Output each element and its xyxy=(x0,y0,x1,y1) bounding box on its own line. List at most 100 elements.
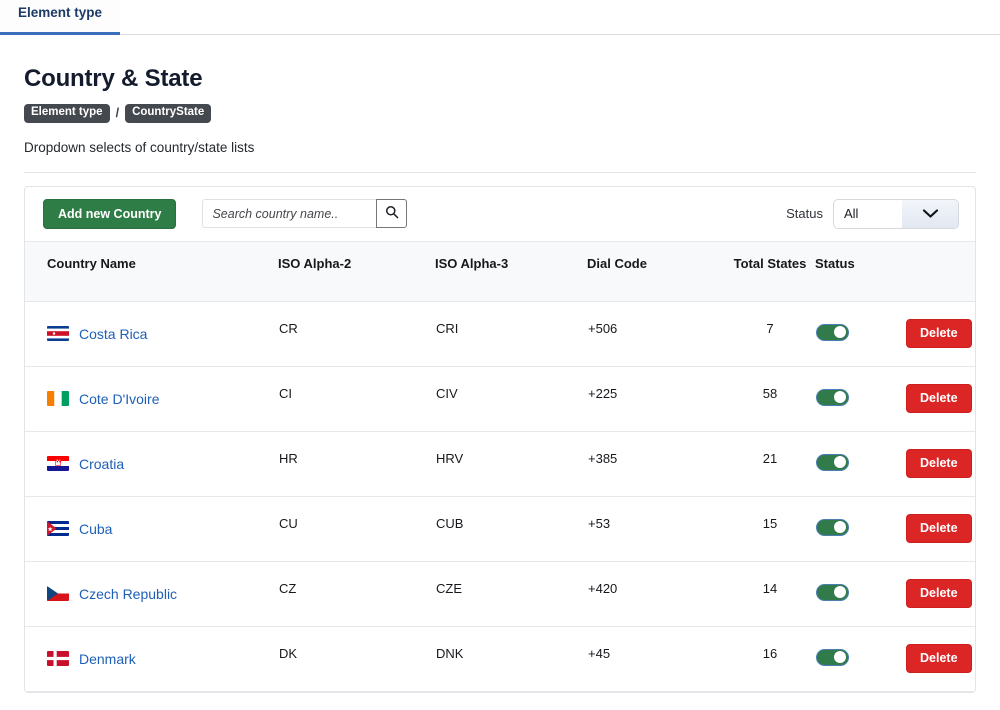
cell-iso-alpha-3: CZE xyxy=(436,581,462,596)
table-body: Costa Rica CR CRI +506 7 Delete Cote D'Ivoire C… xyxy=(25,302,975,692)
table-row: Croatia HR HRV +385 21 Delete xyxy=(25,432,975,497)
status-toggle[interactable] xyxy=(816,453,849,471)
cell-total-states: 14 xyxy=(762,581,778,596)
cell-iso-alpha-3: CIV xyxy=(436,386,458,401)
delete-button[interactable]: Delete xyxy=(906,449,972,478)
add-new-country-button[interactable]: Add new Country xyxy=(43,198,177,229)
status-filter-select[interactable]: All xyxy=(833,198,959,229)
country-name-link[interactable]: Czech Republic xyxy=(79,586,177,602)
search-input[interactable] xyxy=(202,199,377,229)
cell-total-states: 16 xyxy=(762,646,778,661)
breadcrumb-separator: / xyxy=(115,106,120,121)
status-filter-value: All xyxy=(844,206,859,222)
cell-total-states: 21 xyxy=(762,451,778,466)
cell-iso-alpha-2: CI xyxy=(279,386,292,401)
tab-element-type[interactable]: Element type xyxy=(0,0,121,35)
country-cell: Croatia xyxy=(47,456,277,472)
delete-button[interactable]: Delete xyxy=(906,384,972,413)
top-tab-bar: Element type xyxy=(0,0,1000,35)
cell-actions: Delete xyxy=(905,627,975,692)
table-header-row: Country Name ISO Alpha-2 ISO Alpha-3 Dia… xyxy=(25,241,975,302)
status-toggle[interactable] xyxy=(816,388,849,406)
country-name-link[interactable]: Croatia xyxy=(79,456,124,472)
czech-republic-flag xyxy=(47,586,69,601)
page-title: Country & State xyxy=(24,65,203,92)
header-divider xyxy=(24,171,976,173)
table-row: Cote D'Ivoire CI CIV +225 58 Delete xyxy=(25,367,975,432)
delete-button[interactable]: Delete xyxy=(906,644,972,673)
cuba-flag xyxy=(47,521,69,536)
country-name-link[interactable]: Costa Rica xyxy=(79,326,147,342)
cell-actions: Delete xyxy=(905,562,975,627)
cell-status xyxy=(815,627,905,692)
country-name-link[interactable]: Cuba xyxy=(79,521,112,537)
delete-button[interactable]: Delete xyxy=(906,319,972,348)
cell-country-name: Cuba xyxy=(25,497,278,562)
table-row: Costa Rica CR CRI +506 7 Delete xyxy=(25,302,975,367)
cote-divoire-flag xyxy=(47,391,69,406)
breadcrumb-parent[interactable]: Element type xyxy=(24,104,110,123)
table-toolbar: Add new Country Status All xyxy=(25,187,975,242)
column-dial-code: Dial Code xyxy=(587,256,647,271)
table-head: Country Name ISO Alpha-2 ISO Alpha-3 Dia… xyxy=(25,241,975,302)
cell-dial-code: +506 xyxy=(588,321,618,336)
column-total-states: Total States xyxy=(733,256,807,271)
cell-iso-alpha-3: DNK xyxy=(436,646,464,661)
delete-button[interactable]: Delete xyxy=(906,514,972,543)
status-toggle[interactable] xyxy=(816,583,849,601)
toggle-knob xyxy=(834,586,846,598)
page-description: Dropdown selects of country/state lists xyxy=(24,139,255,155)
cell-iso-alpha-3: HRV xyxy=(436,451,464,466)
cell-total-states: 15 xyxy=(762,516,778,531)
column-country-name: Country Name xyxy=(47,256,136,271)
chevron-down-icon xyxy=(902,199,958,228)
country-cell: Cuba xyxy=(47,521,277,537)
cell-country-name: Denmark xyxy=(25,627,278,692)
cell-status xyxy=(815,367,905,432)
toggle-knob xyxy=(834,326,846,338)
costa-rica-flag xyxy=(47,326,69,341)
cell-dial-code: +225 xyxy=(588,386,618,401)
search-group xyxy=(202,199,408,229)
search-button[interactable] xyxy=(376,199,408,229)
toggle-knob xyxy=(834,521,846,533)
table-row: Denmark DK DNK +45 16 Delete xyxy=(25,627,975,692)
toggle-knob xyxy=(834,651,846,663)
cell-dial-code: +53 xyxy=(588,516,611,531)
cell-total-states: 58 xyxy=(762,386,778,401)
country-cell: Czech Republic xyxy=(47,586,277,602)
status-filter: Status All xyxy=(786,198,959,229)
country-name-link[interactable]: Denmark xyxy=(79,651,136,667)
search-icon xyxy=(385,205,399,222)
table-row: Cuba CU CUB +53 15 Delete xyxy=(25,497,975,562)
cell-iso-alpha-2: CZ xyxy=(279,581,297,596)
country-cell: Cote D'Ivoire xyxy=(47,391,277,407)
cell-actions: Delete xyxy=(905,432,975,497)
cell-country-name: Costa Rica xyxy=(25,302,278,367)
cell-iso-alpha-3: CRI xyxy=(436,321,459,336)
toggle-knob xyxy=(834,391,846,403)
status-toggle[interactable] xyxy=(816,648,849,666)
breadcrumb-current[interactable]: CountryState xyxy=(125,104,212,123)
cell-iso-alpha-2: CR xyxy=(279,321,298,336)
delete-button[interactable]: Delete xyxy=(906,579,972,608)
cell-iso-alpha-2: DK xyxy=(279,646,298,661)
country-cell: Denmark xyxy=(47,651,277,667)
tab-label: Element type xyxy=(18,5,103,21)
cell-iso-alpha-2: CU xyxy=(279,516,298,531)
breadcrumb: Element type / CountryState xyxy=(24,104,976,123)
column-iso-alpha-2: ISO Alpha-2 xyxy=(278,256,352,271)
column-status: Status xyxy=(815,256,855,271)
cell-actions: Delete xyxy=(905,497,975,562)
cell-iso-alpha-2: HR xyxy=(279,451,298,466)
cell-country-name: Cote D'Ivoire xyxy=(25,367,278,432)
country-name-link[interactable]: Cote D'Ivoire xyxy=(79,391,159,407)
column-actions xyxy=(905,242,975,302)
country-table: Country Name ISO Alpha-2 ISO Alpha-3 Dia… xyxy=(25,241,975,692)
cell-country-name: Czech Republic xyxy=(25,562,278,627)
denmark-flag xyxy=(47,651,69,666)
status-toggle[interactable] xyxy=(816,518,849,536)
status-toggle[interactable] xyxy=(816,323,849,341)
cell-actions: Delete xyxy=(905,302,975,367)
toggle-knob xyxy=(834,456,846,468)
